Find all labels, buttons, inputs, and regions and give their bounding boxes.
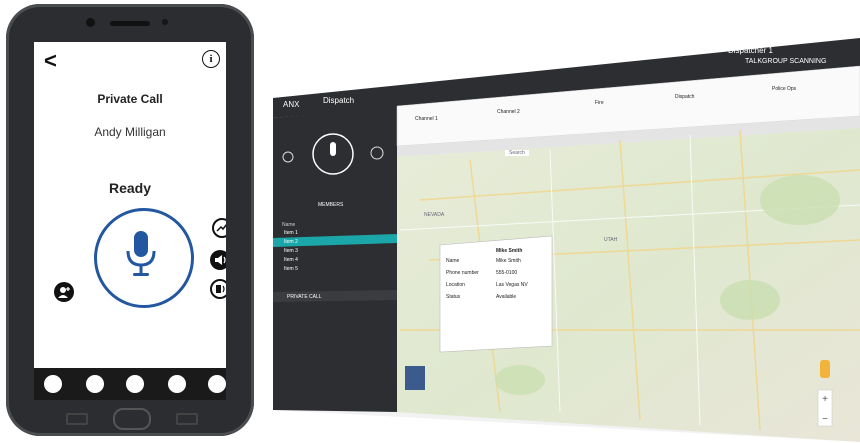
list-item-1[interactable]: Item 1: [284, 230, 298, 236]
popup-title: Mike Smith: [496, 248, 523, 254]
map-label-nevada: NEVADA: [424, 212, 445, 218]
channel-1[interactable]: Channel 1: [415, 116, 438, 122]
popup-label-2: Phone number: [446, 270, 479, 276]
popup-value-1: Mike Smith: [496, 258, 521, 264]
brand-logo: ANX: [283, 100, 300, 109]
dispatch-desktop: + −: [273, 38, 860, 442]
svg-text:−: −: [822, 414, 828, 425]
channel-2[interactable]: Channel 2: [497, 109, 520, 115]
list-header-name: Name: [282, 222, 296, 228]
street-view-icon[interactable]: [820, 360, 830, 378]
map-search-input[interactable]: Search: [505, 150, 529, 156]
svg-text:+: +: [822, 394, 828, 405]
list-item-2[interactable]: Item 2: [284, 239, 298, 245]
channel-police-ops[interactable]: Police Ops: [772, 86, 796, 92]
desktop-microphone-icon: [330, 142, 336, 156]
channel-fire[interactable]: Fire: [595, 100, 604, 106]
list-item-3[interactable]: Item 3: [284, 248, 298, 254]
talkgroup-scanning-label: TALKGROUP SCANNING: [745, 58, 827, 65]
dispatcher-user[interactable]: Dispatcher 1: [728, 46, 773, 55]
popup-label-4: Status: [446, 294, 461, 300]
map-layer-thumbnail[interactable]: [405, 366, 425, 390]
popup-value-4: Available: [496, 294, 517, 300]
list-item-5[interactable]: Item 5: [284, 266, 298, 272]
popup-value-3: Las Vegas NV: [496, 282, 528, 288]
map-label-utah: UTAH: [604, 237, 618, 243]
popup-label-1: Name: [446, 258, 460, 264]
list-item-4[interactable]: Item 4: [284, 257, 298, 263]
popup-label-3: Location: [446, 282, 465, 288]
popup-value-2: 555-0100: [496, 270, 518, 276]
private-call-tab[interactable]: PRIVATE CALL: [287, 294, 322, 300]
channel-dispatch[interactable]: Dispatch: [675, 94, 694, 100]
app-name: Dispatch: [323, 96, 355, 105]
members-tab[interactable]: MEMBERS: [318, 202, 343, 208]
